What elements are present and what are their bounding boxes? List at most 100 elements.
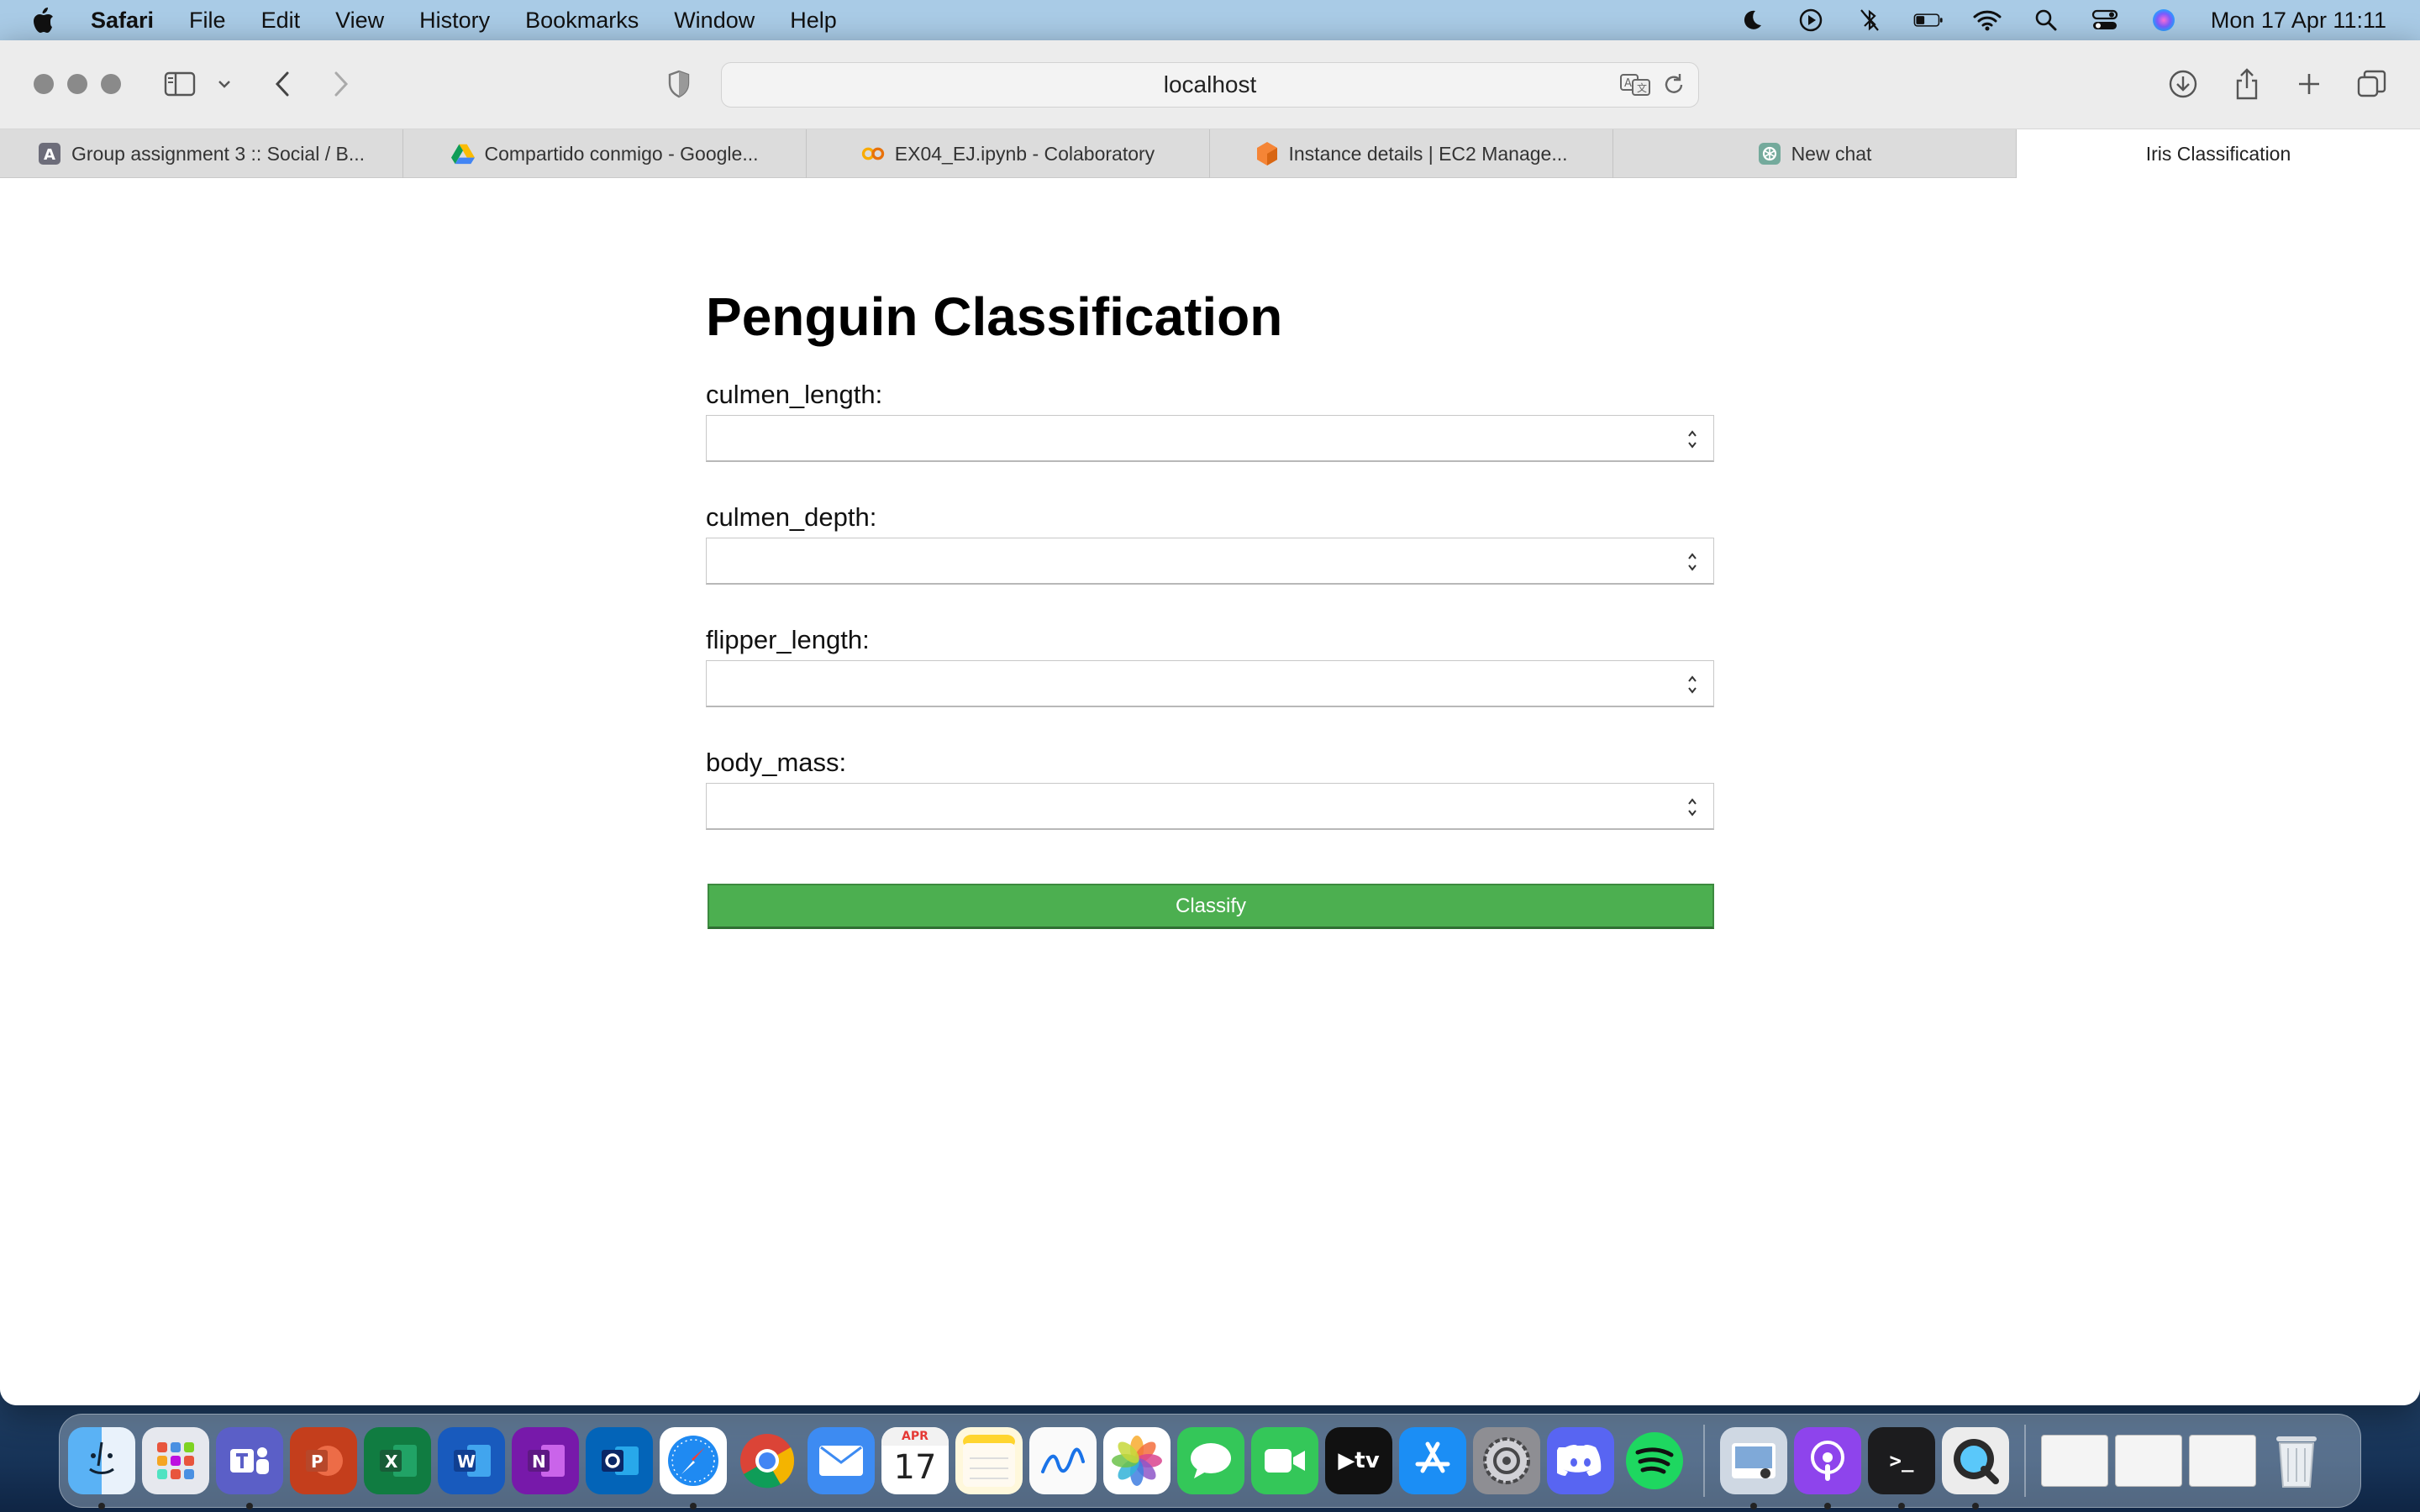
app-store-icon[interactable] (1399, 1427, 1466, 1494)
sidebar-toggle-icon[interactable] (161, 67, 198, 101)
calendar-day: 17 (893, 1448, 937, 1487)
onenote-icon[interactable]: N (512, 1427, 579, 1494)
tab-ec2-instance[interactable]: Instance details | EC2 Manage... (1210, 129, 1613, 178)
excel-icon[interactable]: X (364, 1427, 431, 1494)
launchpad-icon[interactable] (142, 1427, 209, 1494)
powerpoint-icon[interactable]: P (290, 1427, 357, 1494)
control-center-icon[interactable] (2090, 5, 2120, 35)
spotify-icon[interactable] (1621, 1427, 1688, 1494)
downloads-icon[interactable] (2166, 67, 2200, 101)
tab-colaboratory[interactable]: EX04_EJ.ipynb - Colaboratory (807, 129, 1210, 178)
culmen-length-label: culmen_length: (706, 380, 883, 409)
svg-text:A: A (1624, 77, 1632, 90)
running-indicator (690, 1503, 697, 1509)
menu-edit[interactable]: Edit (261, 8, 301, 34)
freeform-icon[interactable] (1029, 1427, 1097, 1494)
menu-history[interactable]: History (419, 8, 490, 34)
chatgpt-icon (1758, 142, 1781, 165)
facetime-icon[interactable] (1251, 1427, 1318, 1494)
safari-icon[interactable] (660, 1427, 727, 1509)
stepper-arrows-icon[interactable] (1686, 427, 1698, 452)
tab-new-chat[interactable]: New chat (1613, 129, 2017, 178)
page-title: Penguin Classification (706, 286, 1283, 347)
culmen-length-input[interactable] (706, 415, 1714, 462)
google-drive-icon (450, 142, 475, 165)
running-indicator (246, 1503, 253, 1509)
address-text: localhost (1163, 71, 1257, 97)
terminal-icon[interactable]: >_ (1868, 1427, 1935, 1509)
wifi-icon[interactable] (1972, 5, 2002, 35)
apple-menu-icon[interactable] (30, 6, 64, 34)
minimized-window-thumbnail[interactable] (2189, 1435, 2256, 1487)
minimize-window-button[interactable] (67, 74, 87, 94)
address-bar[interactable]: localhost A文 (721, 62, 1699, 108)
minimized-window-thumbnail[interactable] (2115, 1435, 2182, 1487)
flipper-length-input[interactable] (706, 660, 1714, 707)
outlook-icon[interactable] (586, 1427, 653, 1494)
body-mass-field[interactable] (707, 784, 1713, 828)
mail-icon[interactable] (808, 1427, 875, 1494)
new-tab-plus-icon[interactable] (2292, 67, 2326, 101)
apple-tv-icon[interactable]: ▶tv (1325, 1427, 1392, 1494)
menu-safari[interactable]: Safari (91, 8, 154, 34)
menu-view[interactable]: View (335, 8, 384, 34)
svg-text:A: A (44, 146, 55, 164)
minimized-window-thumbnail[interactable] (2041, 1435, 2108, 1487)
menu-help[interactable]: Help (790, 8, 837, 34)
discord-icon[interactable] (1547, 1427, 1614, 1494)
notes-icon[interactable] (955, 1427, 1023, 1494)
word-icon[interactable]: W (438, 1427, 505, 1494)
flipper-length-field[interactable] (707, 661, 1713, 706)
calendar-icon[interactable]: APR 17 (881, 1427, 949, 1494)
stepper-arrows-icon[interactable] (1686, 795, 1698, 820)
tab-google-drive[interactable]: Compartido conmigo - Google... (403, 129, 807, 178)
web-page: Penguin Classification culmen_length: cu… (0, 178, 2420, 1405)
dock-separator (1703, 1425, 1705, 1497)
aws-icon (1255, 142, 1279, 165)
messages-icon[interactable] (1177, 1427, 1244, 1494)
culmen-depth-field[interactable] (707, 538, 1713, 583)
tab-overview-icon[interactable] (2354, 67, 2388, 101)
share-icon[interactable] (2230, 66, 2264, 102)
trash-icon[interactable] (2263, 1427, 2330, 1494)
spotlight-search-icon[interactable] (2031, 5, 2061, 35)
culmen-depth-input[interactable] (706, 538, 1714, 585)
privacy-shield-icon[interactable] (664, 67, 694, 101)
stepper-arrows-icon[interactable] (1686, 549, 1698, 575)
svg-text:文: 文 (1637, 81, 1647, 94)
system-settings-icon[interactable] (1473, 1427, 1540, 1494)
calendar-month: APR (881, 1427, 949, 1446)
culmen-length-field[interactable] (707, 416, 1713, 460)
zoom-window-button[interactable] (101, 74, 121, 94)
preview-icon[interactable] (1720, 1427, 1787, 1509)
translate-icon[interactable]: A文 (1619, 71, 1651, 104)
menu-bookmarks[interactable]: Bookmarks (525, 8, 639, 34)
finder-icon[interactable] (68, 1427, 135, 1509)
menubar-clock[interactable]: Mon 17 Apr 11:11 (2211, 8, 2386, 34)
classify-button[interactable]: Classify (708, 884, 1714, 929)
focus-moon-icon[interactable] (1737, 5, 1767, 35)
stepper-arrows-icon[interactable] (1686, 672, 1698, 697)
bluetooth-off-icon[interactable] (1854, 5, 1885, 35)
menu-file[interactable]: File (189, 8, 226, 34)
close-window-button[interactable] (34, 74, 54, 94)
tab-iris-classification-active[interactable]: Iris Classification (2017, 129, 2420, 178)
battery-icon[interactable] (1913, 5, 1944, 35)
now-playing-icon[interactable] (1796, 5, 1826, 35)
svg-text:P: P (311, 1452, 324, 1472)
menu-window[interactable]: Window (674, 8, 755, 34)
back-arrow-icon[interactable] (267, 67, 297, 101)
forward-arrow-icon[interactable] (326, 67, 356, 101)
tab-group-assignment[interactable]: A Group assignment 3 :: Social / B... (0, 129, 403, 178)
chevron-down-icon[interactable] (215, 74, 234, 94)
reload-icon[interactable] (1661, 71, 1686, 104)
quicktime-icon[interactable] (1942, 1427, 2009, 1509)
podcasts-icon[interactable] (1794, 1427, 1861, 1509)
photos-icon[interactable] (1103, 1427, 1171, 1494)
svg-text:W: W (457, 1452, 476, 1472)
dock: P X W N APR 17 ▶tv >_ (59, 1414, 2361, 1509)
teams-icon[interactable] (216, 1427, 283, 1509)
chrome-icon[interactable] (734, 1427, 801, 1494)
body-mass-input[interactable] (706, 783, 1714, 830)
siri-icon[interactable] (2149, 5, 2179, 35)
